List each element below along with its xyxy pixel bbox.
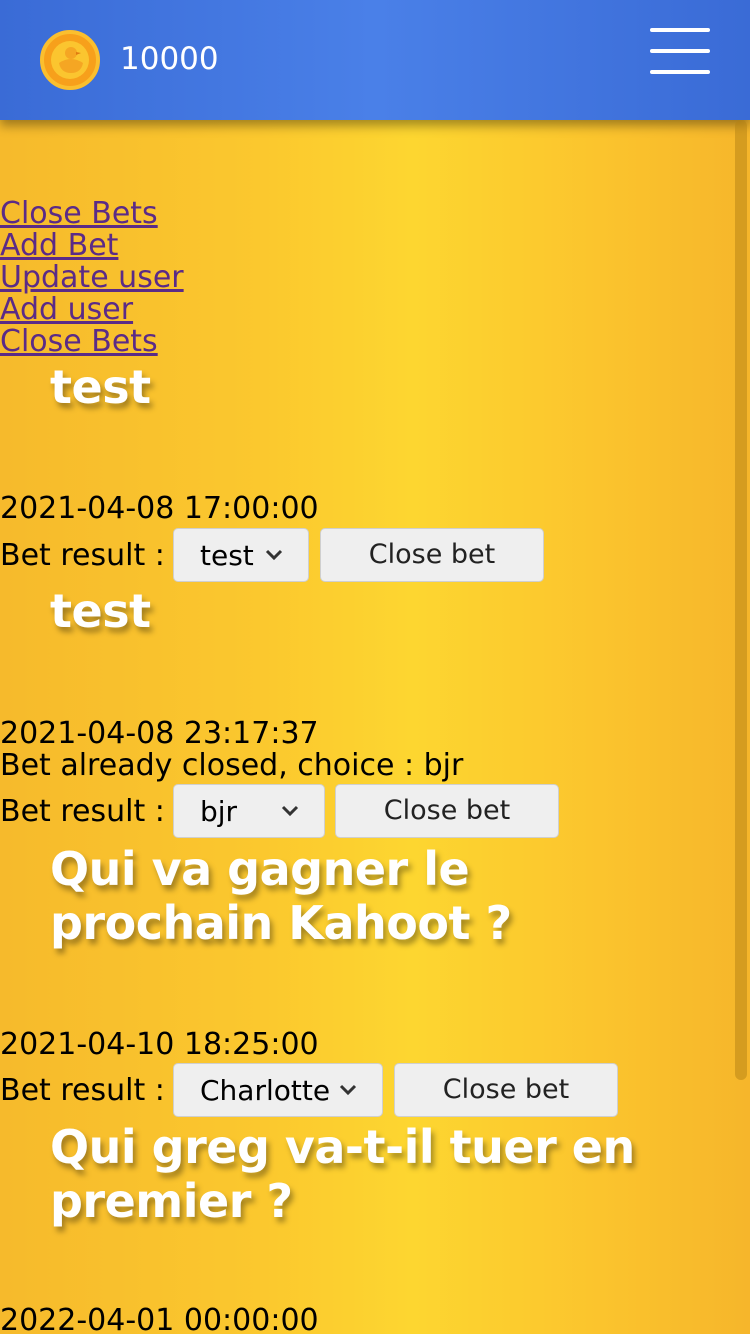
- bet-title: test: [50, 584, 151, 638]
- bet-result-row: Bet result : test Close bet: [0, 528, 560, 584]
- close-bets-link-2[interactable]: Close Bets: [0, 326, 184, 358]
- chevron-down-icon: [281, 805, 299, 817]
- admin-links: Close Bets Add Bet Update user Add user …: [0, 198, 184, 358]
- update-user-link[interactable]: Update user: [0, 262, 184, 294]
- bet-result-label: Bet result :: [0, 538, 165, 573]
- bet-result-label: Bet result :: [0, 794, 165, 829]
- bet-result-select[interactable]: bjr: [173, 784, 325, 838]
- selected-choice: bjr: [200, 795, 238, 828]
- add-bet-link[interactable]: Add Bet: [0, 230, 184, 262]
- close-bets-link[interactable]: Close Bets: [0, 198, 184, 230]
- close-bet-button[interactable]: Close bet: [394, 1063, 618, 1117]
- bet-title: Qui va gagner le prochain Kahoot ?: [50, 842, 512, 950]
- bet-result-row: Bet result : bjr Close bet: [0, 784, 570, 840]
- add-user-link[interactable]: Add user: [0, 294, 184, 326]
- bet-title: test: [50, 360, 151, 414]
- top-bar: 10000: [0, 0, 750, 120]
- scrollbar[interactable]: [735, 120, 747, 1080]
- bet-date: 2022-04-01 00:00:00: [0, 1303, 319, 1334]
- bet-result-label: Bet result :: [0, 1073, 165, 1108]
- chevron-down-icon: [339, 1084, 357, 1096]
- chevron-down-icon: [265, 549, 283, 561]
- bet-date: 2021-04-08 23:17:37: [0, 716, 319, 751]
- duck-coin-icon: [40, 30, 100, 90]
- close-bet-button[interactable]: Close bet: [335, 784, 559, 838]
- hamburger-menu-icon[interactable]: [650, 28, 710, 76]
- close-bet-button[interactable]: Close bet: [320, 528, 544, 582]
- bet-result-select[interactable]: test: [173, 528, 309, 582]
- selected-choice: Charlotte: [200, 1074, 331, 1107]
- coin-balance: 10000: [120, 41, 219, 77]
- bet-closed-status: Bet already closed, choice : bjr: [0, 748, 464, 783]
- bet-result-row: Bet result : Charlotte Close bet: [0, 1063, 630, 1119]
- bet-result-select[interactable]: Charlotte: [173, 1063, 383, 1117]
- bet-date: 2021-04-08 17:00:00: [0, 491, 319, 526]
- selected-choice: test: [200, 539, 254, 572]
- bet-title: Qui greg va-t-il tuer en premier ?: [50, 1120, 635, 1228]
- bet-date: 2021-04-10 18:25:00: [0, 1027, 319, 1062]
